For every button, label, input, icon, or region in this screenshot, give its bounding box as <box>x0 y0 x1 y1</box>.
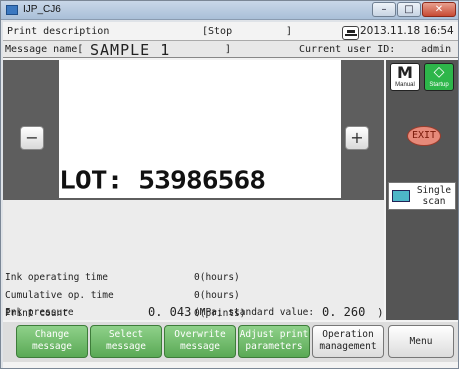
overwrite-message-button[interactable]: Overwrite message <box>164 325 236 358</box>
adjust-print-line1: Adjust print <box>239 329 309 340</box>
startup-button[interactable]: ◇ Startup <box>424 63 454 91</box>
startup-label: Startup <box>429 82 449 88</box>
window-title: IJP_CJ6 <box>23 4 61 15</box>
ink-pressure-close: ) <box>377 306 384 319</box>
status-info-panel: Ink operating time 0(hours) Cumulative o… <box>3 200 384 320</box>
manual-mode-glyph: M <box>397 63 413 82</box>
operation-management-line1: Operation <box>322 329 374 340</box>
select-message-button[interactable]: Select message <box>90 325 162 358</box>
date-time: 2013.11.18 16:54 <box>360 25 454 37</box>
communication-control-icon[interactable] <box>342 26 359 40</box>
zoom-out-button[interactable]: − <box>20 126 44 150</box>
single-scan-button[interactable]: Single scan <box>388 182 456 210</box>
menu-button[interactable]: Menu <box>388 325 454 358</box>
overwrite-message-line2: message <box>179 341 221 352</box>
change-message-line1: Change <box>34 329 70 340</box>
cumulative-op-time-label: Cumulative op. time <box>5 290 114 301</box>
current-user-label: Current user ID: <box>299 44 396 55</box>
control-icon-base <box>345 34 357 36</box>
ink-operating-time-value: 0(hours) <box>194 272 240 283</box>
single-scan-line1: Single <box>416 185 452 196</box>
overwrite-message-line1: Overwrite <box>174 329 226 340</box>
print-state-close: ] <box>286 26 293 37</box>
maximize-button[interactable]: □ <box>397 2 421 17</box>
adjust-print-parameters-button[interactable]: Adjust print parameters <box>238 325 310 358</box>
change-message-button[interactable]: Change message <box>16 325 88 358</box>
footer-toolbar: Change message Select message Overwrite … <box>3 322 458 362</box>
operation-management-line2: management <box>319 341 377 352</box>
message-name-value: SAMPLE 1 <box>90 41 171 59</box>
startup-diamond-icon: ◇ <box>433 64 445 80</box>
manual-mode-button[interactable]: M Manual <box>390 63 420 91</box>
message-editor: − LOT: 53986568 + <box>3 60 384 200</box>
single-scan-label: Single scan <box>413 185 455 207</box>
control-icon-bar <box>347 30 355 33</box>
message-name-close: ] <box>225 44 232 55</box>
ink-pressure-unit: (MPa; standard value: <box>194 307 315 318</box>
print-state-open: [Stop <box>202 26 233 37</box>
print-description-label: Print description <box>7 26 110 37</box>
ink-pressure-label: Ink pressure <box>5 307 74 318</box>
main-panel: Print description [Stop ] 2013.11.18 16:… <box>3 22 458 368</box>
change-message-line2: message <box>31 341 73 352</box>
ink-pressure-standard: 0. 260 <box>322 305 366 319</box>
manual-mode-label: Manual <box>395 82 415 88</box>
status-row: Print description [Stop ] 2013.11.18 16:… <box>3 24 458 40</box>
print-preview-canvas[interactable]: LOT: 53986568 <box>59 60 341 198</box>
side-control-panel: M Manual ◇ Startup EXIT Single scan <box>386 60 458 320</box>
scan-icon <box>392 190 410 202</box>
exit-button[interactable]: EXIT <box>407 126 441 146</box>
select-message-line2: message <box>105 341 147 352</box>
current-user-value: admin <box>421 44 452 55</box>
zoom-in-button[interactable]: + <box>345 126 369 150</box>
message-row: Message name[ SAMPLE 1 ] Current user ID… <box>3 40 458 59</box>
ink-operating-time-label: Ink operating time <box>5 272 108 283</box>
single-scan-line2: scan <box>422 196 446 207</box>
title-bar: IJP_CJ6 – □ ✕ <box>1 1 458 20</box>
message-name-label: Message name[ <box>5 44 84 55</box>
minimize-button[interactable]: – <box>372 2 396 17</box>
app-icon <box>6 5 18 15</box>
close-button[interactable]: ✕ <box>422 2 456 17</box>
operation-management-button[interactable]: Operation management <box>312 325 384 358</box>
ink-pressure-value: 0. 043 <box>148 305 192 319</box>
select-message-line1: Select <box>108 329 144 340</box>
application-window: IJP_CJ6 – □ ✕ Print description [Stop ] … <box>0 0 459 369</box>
cumulative-op-time-value: 0(hours) <box>194 290 240 301</box>
adjust-print-line2: parameters <box>245 341 303 352</box>
print-content-text: LOT: 53986568 <box>59 165 266 195</box>
